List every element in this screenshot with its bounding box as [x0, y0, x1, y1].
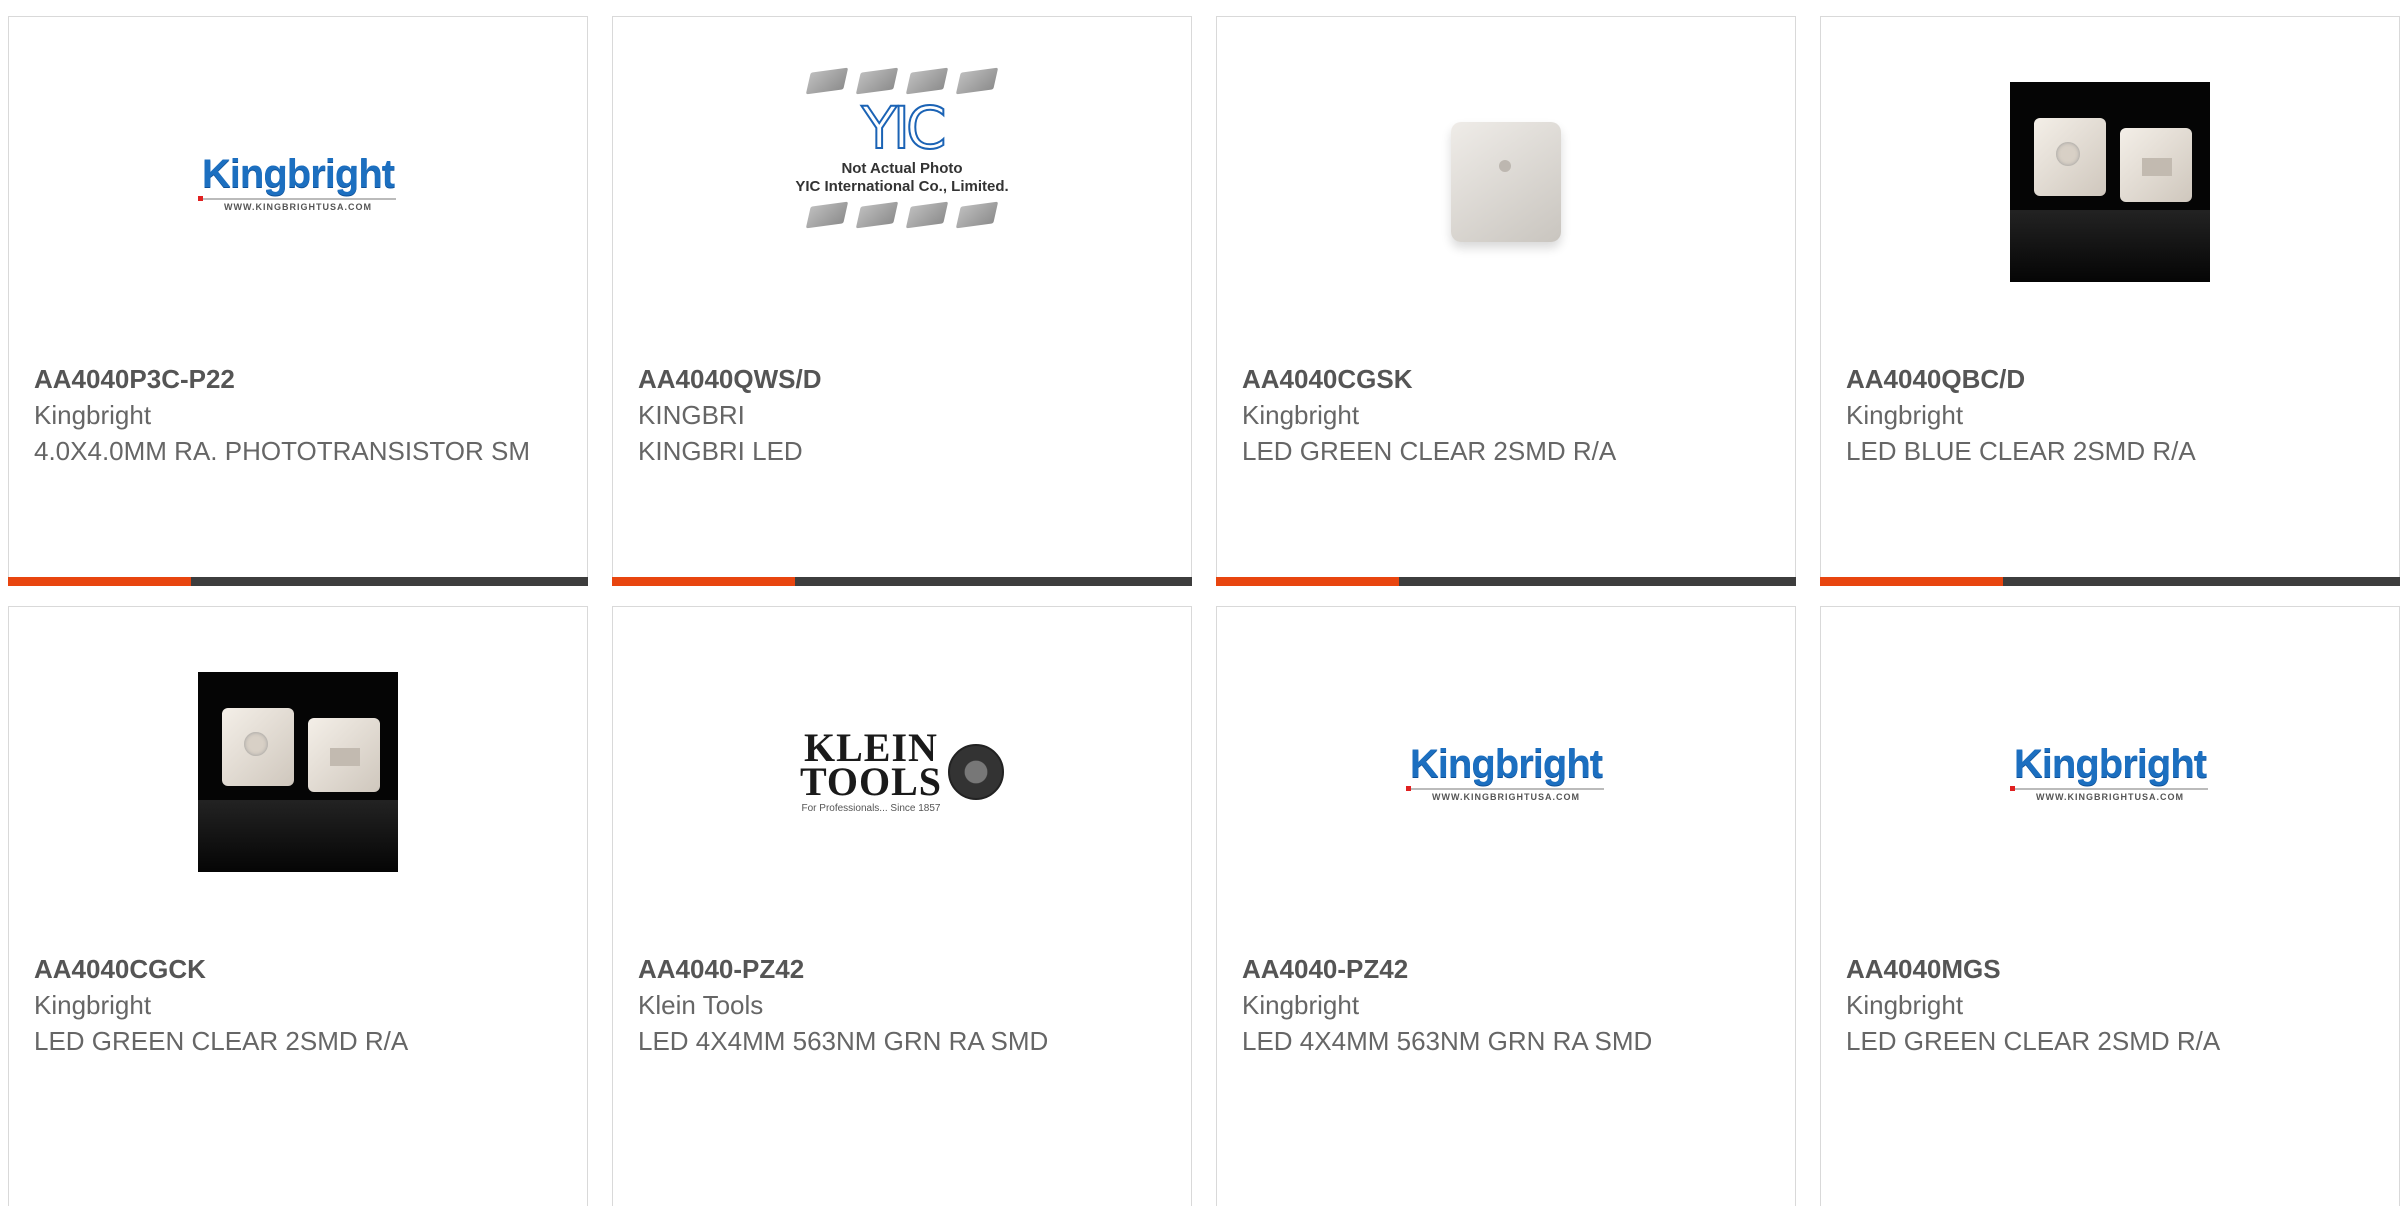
manufacturer: Kingbright [1242, 990, 1360, 1020]
product-info: AA4040-PZ42 Kingbright LED 4X4MM 563NM G… [1242, 951, 1775, 1059]
placeholder-note: Not Actual Photo [841, 160, 963, 177]
card-accent-bar [8, 577, 588, 586]
kingbright-logo: Kingbright WWW.KINGBRIGHTUSA.COM [2010, 742, 2208, 802]
product-info: AA4040CGCK Kingbright LED GREEN CLEAR 2S… [34, 951, 567, 1059]
description: LED 4X4MM 563NM GRN RA SMD [1242, 1026, 1653, 1056]
yic-placeholder-image: YIC Not Actual Photo YIC International C… [762, 62, 1042, 302]
product-image[interactable] [9, 607, 587, 937]
manufacturer: KINGBRI [638, 400, 745, 430]
product-info: AA4040-PZ42 Klein Tools LED 4X4MM 563NM … [638, 951, 1171, 1059]
part-number[interactable]: AA4040QBC/D [1846, 361, 2379, 397]
part-number[interactable]: AA4040MGS [1846, 951, 2379, 987]
product-info: AA4040QWS/D KINGBRI KINGBRI LED [638, 361, 1171, 469]
product-image[interactable]: YIC Not Actual Photo YIC International C… [613, 17, 1191, 347]
chip-icons [762, 201, 1042, 229]
klein-tools-logo: KLEIN TOOLS For Professionals... Since 1… [800, 727, 1005, 814]
led-photo [2010, 82, 2210, 282]
card-accent-bar [1820, 577, 2400, 586]
manufacturer: Kingbright [34, 990, 152, 1020]
description: LED GREEN CLEAR 2SMD R/A [1242, 436, 1617, 466]
product-image[interactable] [1217, 17, 1795, 347]
manufacturer: Kingbright [1846, 990, 1964, 1020]
chip-icons [762, 67, 1042, 95]
manufacturer: Kingbright [1242, 400, 1360, 430]
kingbright-logo: Kingbright WWW.KINGBRIGHTUSA.COM [198, 152, 396, 212]
description: LED BLUE CLEAR 2SMD R/A [1846, 436, 2196, 466]
product-card[interactable]: Kingbright WWW.KINGBRIGHTUSA.COM AA4040M… [1820, 606, 2400, 1206]
product-info: AA4040CGSK Kingbright LED GREEN CLEAR 2S… [1242, 361, 1775, 469]
product-card[interactable]: KLEIN TOOLS For Professionals... Since 1… [612, 606, 1192, 1206]
product-card[interactable]: Kingbright WWW.KINGBRIGHTUSA.COM AA4040P… [8, 16, 588, 586]
product-card[interactable]: AA4040CGCK Kingbright LED GREEN CLEAR 2S… [8, 606, 588, 1206]
card-accent-bar [1216, 577, 1796, 586]
product-image[interactable]: Kingbright WWW.KINGBRIGHTUSA.COM [9, 17, 587, 347]
part-number[interactable]: AA4040CGCK [34, 951, 567, 987]
led-photo [1451, 122, 1561, 242]
manufacturer: Klein Tools [638, 990, 764, 1020]
description: LED GREEN CLEAR 2SMD R/A [34, 1026, 409, 1056]
part-number[interactable]: AA4040-PZ42 [638, 951, 1171, 987]
description: KINGBRI LED [638, 436, 803, 466]
description: LED 4X4MM 563NM GRN RA SMD [638, 1026, 1049, 1056]
led-photo [198, 672, 398, 872]
klein-seal-icon [948, 744, 1005, 800]
card-accent-bar [612, 577, 1192, 586]
placeholder-company: YIC International Co., Limited. [795, 178, 1009, 195]
product-card[interactable]: Kingbright WWW.KINGBRIGHTUSA.COM AA4040-… [1216, 606, 1796, 1206]
product-info: AA4040QBC/D Kingbright LED BLUE CLEAR 2S… [1846, 361, 2379, 469]
product-image[interactable]: Kingbright WWW.KINGBRIGHTUSA.COM [1217, 607, 1795, 937]
kingbright-logo: Kingbright WWW.KINGBRIGHTUSA.COM [1406, 742, 1604, 802]
product-image[interactable]: Kingbright WWW.KINGBRIGHTUSA.COM [1821, 607, 2399, 937]
product-card[interactable]: AA4040CGSK Kingbright LED GREEN CLEAR 2S… [1216, 16, 1796, 586]
product-info: AA4040MGS Kingbright LED GREEN CLEAR 2SM… [1846, 951, 2379, 1059]
product-card[interactable]: YIC Not Actual Photo YIC International C… [612, 16, 1192, 586]
product-info: AA4040P3C-P22 Kingbright 4.0X4.0MM RA. P… [34, 361, 567, 469]
part-number[interactable]: AA4040QWS/D [638, 361, 1171, 397]
part-number[interactable]: AA4040P3C-P22 [34, 361, 567, 397]
part-number[interactable]: AA4040-PZ42 [1242, 951, 1775, 987]
product-image[interactable]: KLEIN TOOLS For Professionals... Since 1… [613, 607, 1191, 937]
manufacturer: Kingbright [1846, 400, 1964, 430]
yic-logo: YIC [860, 94, 947, 162]
part-number[interactable]: AA4040CGSK [1242, 361, 1775, 397]
manufacturer: Kingbright [34, 400, 152, 430]
product-card[interactable]: AA4040QBC/D Kingbright LED BLUE CLEAR 2S… [1820, 16, 2400, 586]
product-grid: Kingbright WWW.KINGBRIGHTUSA.COM AA4040P… [8, 16, 2400, 1206]
description: 4.0X4.0MM RA. PHOTOTRANSISTOR SM [34, 436, 531, 466]
description: LED GREEN CLEAR 2SMD R/A [1846, 1026, 2221, 1056]
product-image[interactable] [1821, 17, 2399, 347]
